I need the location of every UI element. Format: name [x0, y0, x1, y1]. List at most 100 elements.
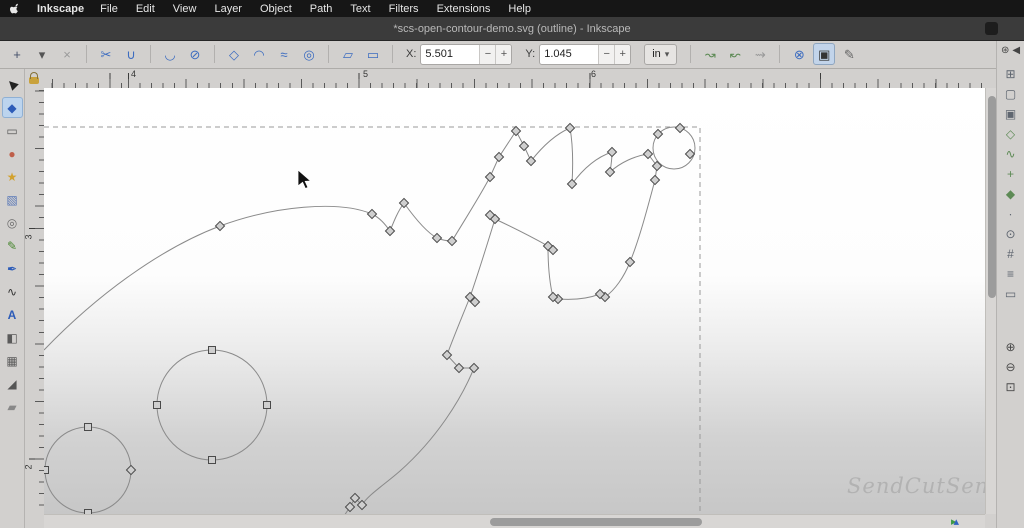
- menu-object[interactable]: Object: [260, 3, 292, 15]
- path-node-diamond[interactable]: [565, 123, 574, 132]
- x-decrement-button[interactable]: −: [479, 45, 495, 64]
- path-node-square[interactable]: [209, 347, 216, 354]
- path-node-diamond[interactable]: [345, 502, 354, 511]
- stroke-to-path-icon[interactable]: ▭: [362, 43, 384, 65]
- object-to-path-icon[interactable]: ▱: [337, 43, 359, 65]
- node-tool[interactable]: ◆: [2, 97, 23, 118]
- path-node-square[interactable]: [44, 467, 49, 474]
- path-node-diamond[interactable]: [511, 126, 520, 135]
- path-node-diamond[interactable]: [126, 465, 135, 474]
- path-node-diamond[interactable]: [469, 363, 478, 372]
- dropper-tool[interactable]: ◢: [2, 373, 23, 394]
- path-node-diamond[interactable]: [385, 226, 394, 235]
- ruler-corner[interactable]: [24, 68, 44, 88]
- break-node-icon[interactable]: ✂: [95, 43, 117, 65]
- snap-center-icon[interactable]: ⊙: [1001, 225, 1021, 242]
- path-node-diamond[interactable]: [367, 209, 376, 218]
- path-node-square[interactable]: [209, 457, 216, 464]
- menu-view[interactable]: View: [173, 3, 197, 15]
- menu-extensions[interactable]: Extensions: [437, 3, 491, 15]
- x-increment-button[interactable]: +: [495, 45, 511, 64]
- selector-tool[interactable]: ▶: [2, 74, 23, 95]
- app-name[interactable]: Inkscape: [37, 3, 84, 15]
- insert-node-icon[interactable]: +: [6, 43, 28, 65]
- calligraphy-tool[interactable]: ∿: [2, 281, 23, 302]
- horizontal-scrollbar-thumb[interactable]: [490, 518, 702, 526]
- show-bezier-handles-icon[interactable]: ▣: [813, 43, 835, 65]
- y-increment-button[interactable]: +: [614, 45, 630, 64]
- snap-intersection-icon[interactable]: +: [1001, 165, 1021, 182]
- lpe-edit-icon[interactable]: ⇝: [749, 43, 771, 65]
- pencil-tool[interactable]: ✎: [2, 235, 23, 256]
- titlebar-extra-icon[interactable]: [985, 22, 998, 35]
- zoom-in-icon[interactable]: ⊕: [1001, 338, 1021, 355]
- smooth-node-icon[interactable]: ◠: [248, 43, 270, 65]
- canvas-corner-widget[interactable]: ▸ ▴: [951, 515, 959, 528]
- insert-node-menu-icon[interactable]: ▾: [31, 43, 53, 65]
- menu-file[interactable]: File: [100, 3, 118, 15]
- snap-bbox-edge-icon[interactable]: ▢: [1001, 85, 1021, 102]
- zoom-out-icon[interactable]: ⊖: [1001, 358, 1021, 375]
- path-node-square[interactable]: [85, 424, 92, 431]
- snap-node-icon[interactable]: ◇: [1001, 125, 1021, 142]
- snap-bbox-icon[interactable]: ⊞: [1001, 65, 1021, 82]
- rectangle-tool[interactable]: ▭: [2, 120, 23, 141]
- show-transform-handles-icon[interactable]: ⊗: [788, 43, 810, 65]
- bucket-tool[interactable]: ▰: [2, 396, 23, 417]
- lpe-prev-icon[interactable]: ↜: [724, 43, 746, 65]
- delete-node-icon[interactable]: ×: [56, 43, 78, 65]
- horizontal-ruler[interactable]: 456: [44, 68, 985, 89]
- path-node-diamond[interactable]: [215, 221, 224, 230]
- contour-path-1[interactable]: [44, 128, 657, 350]
- path-node-diamond[interactable]: [399, 198, 408, 207]
- path-node-diamond[interactable]: [625, 257, 634, 266]
- ellipse-tool[interactable]: ●: [2, 143, 23, 164]
- horizontal-scrollbar[interactable]: ▸ ▴: [44, 514, 985, 528]
- y-input[interactable]: [540, 48, 598, 60]
- text-tool[interactable]: A: [2, 304, 23, 325]
- snap-page-icon[interactable]: ▭: [1001, 285, 1021, 302]
- menu-text[interactable]: Text: [350, 3, 370, 15]
- vertical-ruler[interactable]: 32: [24, 88, 45, 514]
- y-decrement-button[interactable]: −: [598, 45, 614, 64]
- box3d-tool[interactable]: ▧: [2, 189, 23, 210]
- symmetric-node-icon[interactable]: ≈: [273, 43, 295, 65]
- window-titlebar[interactable]: *scs-open-contour-demo.svg (outline) - I…: [0, 17, 1024, 41]
- path-node-diamond[interactable]: [607, 147, 616, 156]
- menu-edit[interactable]: Edit: [136, 3, 155, 15]
- pen-tool[interactable]: ✒: [2, 258, 23, 279]
- spiral-tool[interactable]: ◎: [2, 212, 23, 233]
- snapbar-collapse-icon[interactable]: ◀: [1012, 45, 1020, 56]
- snap-bbox-corner-icon[interactable]: ▣: [1001, 105, 1021, 122]
- menu-filters[interactable]: Filters: [389, 3, 419, 15]
- mesh-tool[interactable]: ▦: [2, 350, 23, 371]
- path-node-diamond[interactable]: [485, 172, 494, 181]
- snap-cusp-icon[interactable]: ◆: [1001, 185, 1021, 202]
- gradient-tool[interactable]: ◧: [2, 327, 23, 348]
- lock-guides-icon[interactable]: [29, 77, 39, 84]
- path-node-diamond[interactable]: [494, 152, 503, 161]
- path-node-square[interactable]: [154, 402, 161, 409]
- path-node-diamond[interactable]: [567, 179, 576, 188]
- path-node-diamond[interactable]: [650, 175, 659, 184]
- snap-toggle-icon[interactable]: ⊛: [1001, 45, 1009, 56]
- star-tool[interactable]: ★: [2, 166, 23, 187]
- path-node-diamond[interactable]: [519, 141, 528, 150]
- circle-shape-3[interactable]: [45, 427, 131, 513]
- canvas[interactable]: SendCutSend: [44, 88, 985, 514]
- zoom-fit-icon[interactable]: ⊡: [1001, 378, 1021, 395]
- apple-menu[interactable]: [10, 2, 21, 15]
- snap-path-icon[interactable]: ∿: [1001, 145, 1021, 162]
- delete-segment-icon[interactable]: ⊘: [184, 43, 206, 65]
- lpe-next-icon[interactable]: ↝: [699, 43, 721, 65]
- path-node-diamond[interactable]: [447, 236, 456, 245]
- join-segment-icon[interactable]: ◡: [159, 43, 181, 65]
- menu-layer[interactable]: Layer: [214, 3, 242, 15]
- path-node-diamond[interactable]: [432, 233, 441, 242]
- join-node-icon[interactable]: ∪: [120, 43, 142, 65]
- menu-path[interactable]: Path: [310, 3, 333, 15]
- vertical-scrollbar-thumb[interactable]: [988, 96, 996, 298]
- units-dropdown[interactable]: in ▾: [644, 44, 677, 65]
- corner-node-icon[interactable]: ◇: [223, 43, 245, 65]
- snap-guide-icon[interactable]: ≡: [1001, 265, 1021, 282]
